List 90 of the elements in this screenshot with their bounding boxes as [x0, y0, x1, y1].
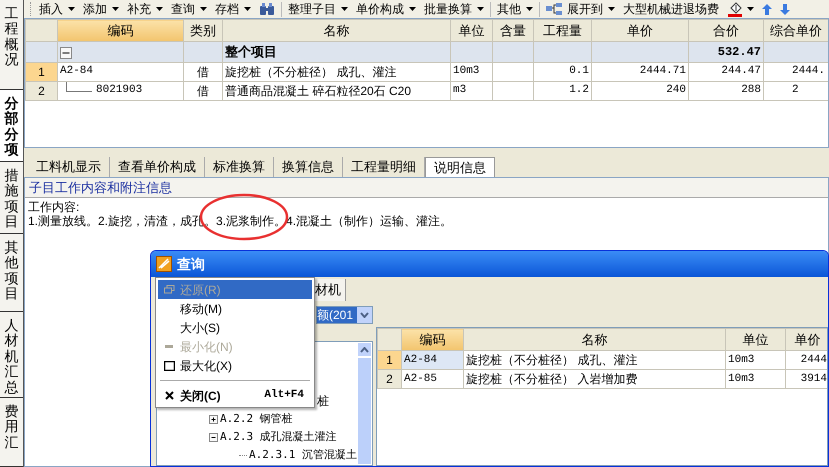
table-cell: 10m3	[450, 62, 492, 81]
table-cell: 10m3	[726, 370, 786, 388]
caret-icon	[68, 7, 75, 11]
dialog-title: 查询	[177, 254, 205, 274]
toolbar-menu-button[interactable]: 批量换算	[422, 1, 486, 17]
tree-item[interactable]: A.2.2 钢管桩	[220, 410, 293, 428]
table-cell: A2-85	[402, 370, 464, 388]
caret-icon	[747, 7, 754, 11]
column-header[interactable]: 单价	[592, 20, 688, 42]
menu-item[interactable]: 最大化(X)	[158, 356, 312, 375]
maximize-icon	[164, 360, 174, 370]
table-cell: 借	[184, 62, 222, 81]
caret-icon	[409, 7, 416, 11]
column-header[interactable]: 名称	[222, 20, 450, 42]
row-number[interactable]: 1	[26, 62, 58, 81]
caret-icon	[244, 7, 251, 11]
hierarchy-icon	[546, 3, 562, 15]
row-number[interactable]: 2	[378, 370, 402, 388]
table-cell: 普通商品混凝土 碎石粒径20石 C20	[222, 81, 450, 100]
caret-icon	[156, 7, 163, 11]
toolbar-menu-button[interactable]: 单价构成	[354, 1, 418, 17]
minimize-icon	[165, 345, 173, 348]
table-cell: 244.47	[688, 62, 764, 81]
table-cell: 旋挖桩（不分桩径） 成孔、灌注	[222, 62, 450, 81]
table-cell: 0.1	[534, 62, 592, 81]
table-cell: m3	[450, 81, 492, 100]
table-cell: 旋挖桩（不分桩径） 成孔、灌注	[464, 350, 726, 370]
collapse-toggle[interactable]	[60, 46, 72, 59]
table-cell: A2-84	[402, 350, 464, 370]
column-header[interactable]: 编码	[402, 328, 464, 350]
table-cell-text: 8021903	[96, 83, 142, 98]
tree-item[interactable]: 桩	[317, 392, 329, 410]
scrollbar[interactable]	[357, 342, 372, 465]
table-cell: 借	[184, 81, 222, 100]
caret-icon	[112, 7, 119, 11]
column-header[interactable]: 含量	[492, 20, 534, 42]
dropdown-field[interactable]: 额(201	[316, 306, 373, 324]
section-caption: 子目工作内容和附注信息	[25, 178, 828, 198]
caret-icon	[477, 7, 484, 11]
column-header[interactable]: 名称	[464, 328, 726, 350]
app-icon[interactable]	[156, 256, 172, 272]
menu-item[interactable]: 移动(M)	[158, 299, 312, 318]
column-header[interactable]: 综合单价	[764, 20, 828, 42]
expand-toggle[interactable]	[209, 432, 218, 442]
toolbar-menu-button[interactable]: 补充	[125, 1, 165, 17]
binoculars-icon[interactable]	[259, 2, 275, 16]
toolbar-button[interactable]: 大型机械进退场费	[621, 1, 721, 17]
caret-icon	[200, 7, 207, 11]
down-arrow-icon[interactable]	[780, 4, 790, 14]
caret-icon	[526, 7, 533, 11]
column-header[interactable]: 工程量	[534, 20, 592, 42]
column-header[interactable]: 单价	[786, 328, 827, 350]
table-cell: 旋挖桩（不分桩径） 入岩增加费	[464, 370, 726, 388]
restore-icon	[164, 285, 174, 294]
toolbar-menu-button[interactable]: 展开到	[544, 1, 617, 17]
side-tab[interactable]: 分部分项	[0, 90, 23, 162]
table-cell: 1.2	[534, 81, 592, 100]
toolbar-menu-button[interactable]: 其他	[495, 1, 535, 17]
column-header[interactable]: 单位	[450, 20, 492, 42]
table-cell: 10m3	[726, 350, 786, 370]
table-cell: 532.47	[688, 42, 764, 62]
tree-item[interactable]: A.2.3 成孔混凝土灌注	[220, 428, 337, 446]
row-number[interactable]: 1	[378, 350, 402, 370]
tree-item[interactable]: A.2.3.1 沉管混凝土	[249, 446, 357, 464]
table-cell: 2444.71	[592, 62, 688, 81]
close-icon	[164, 391, 174, 400]
toolbar-menu-button[interactable]: 整理子目	[286, 1, 350, 17]
table-cell: A2-84	[58, 62, 184, 81]
toolbar-menu-button[interactable]: 添加	[81, 1, 121, 17]
table-cell: 240	[592, 81, 688, 100]
toolbar-menu-button[interactable]: 存档	[213, 1, 253, 17]
row-number[interactable]: 2	[26, 81, 58, 100]
menu-item[interactable]: 关闭(C) Alt+F4	[158, 386, 312, 405]
toolbar-menu-button[interactable]: 查询	[169, 1, 209, 17]
up-arrow-icon[interactable]	[762, 4, 772, 14]
info-text: 工作内容:	[28, 200, 80, 214]
toolbar-menu-button[interactable]: 插入	[37, 1, 77, 17]
caret-icon	[608, 7, 615, 11]
table-cell: 整个项目	[222, 42, 450, 62]
scroll-up-icon[interactable]	[360, 346, 369, 352]
column-header[interactable]: 单位	[726, 328, 786, 350]
menu-item[interactable]: 大小(S)	[158, 318, 312, 337]
table-cell: 288	[688, 81, 764, 100]
column-header[interactable]: 类别	[184, 20, 222, 42]
column-header[interactable]: 编码	[58, 20, 184, 42]
expand-toggle[interactable]	[209, 414, 218, 424]
column-header[interactable]: 合价	[688, 20, 764, 42]
caret-icon	[341, 7, 348, 11]
paint-bucket-icon[interactable]	[727, 2, 743, 16]
tab[interactable]: 说明信息	[425, 157, 495, 177]
